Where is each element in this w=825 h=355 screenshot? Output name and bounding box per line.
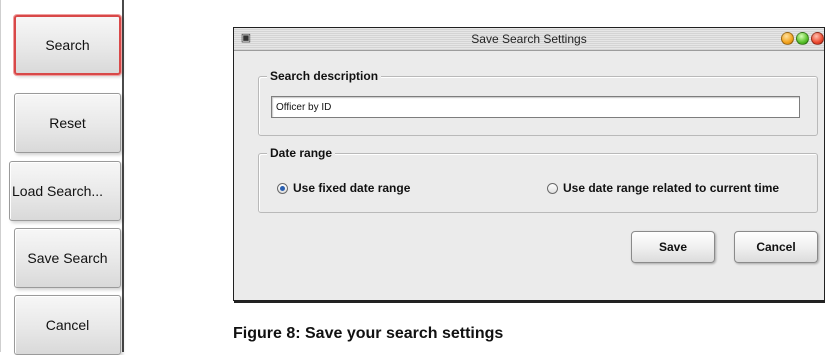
search-description-group: Search description xyxy=(258,69,818,136)
window-controls xyxy=(781,32,824,45)
search-description-legend: Search description xyxy=(267,69,382,83)
date-range-group: Date range Use fixed date range Use date… xyxy=(258,146,818,213)
radio-checked-icon xyxy=(277,182,288,194)
search-description-input[interactable] xyxy=(271,96,800,118)
figure-caption: Figure 8: Save your search settings xyxy=(233,325,504,342)
fixed-date-range-label: Use fixed date range xyxy=(293,181,411,195)
save-button[interactable]: Save xyxy=(631,231,715,263)
save-search-dialog: ▣ Save Search Settings Search descriptio… xyxy=(233,27,825,301)
minimize-icon[interactable] xyxy=(781,32,794,45)
maximize-icon[interactable] xyxy=(796,32,809,45)
search-button[interactable]: Search xyxy=(14,15,121,75)
load-search-button[interactable]: Load Search... xyxy=(9,161,121,221)
dialog-titlebar[interactable]: ▣ Save Search Settings xyxy=(234,28,824,51)
save-search-button[interactable]: Save Search xyxy=(14,228,121,288)
search-button-panel: Search Reset Load Search... Save Search … xyxy=(0,0,124,355)
dialog-title: Save Search Settings xyxy=(471,32,587,46)
close-icon[interactable] xyxy=(811,32,824,45)
relative-date-range-label: Use date range related to current time xyxy=(563,181,780,195)
cancel-button[interactable]: Cancel xyxy=(14,295,121,355)
reset-button[interactable]: Reset xyxy=(14,93,121,153)
date-range-legend: Date range xyxy=(267,146,336,160)
dialog-cancel-button[interactable]: Cancel xyxy=(734,231,818,263)
fixed-date-range-radio[interactable]: Use fixed date range xyxy=(277,181,410,195)
relative-date-range-radio[interactable]: Use date range related to current time xyxy=(547,181,779,195)
radio-unchecked-icon xyxy=(547,182,558,194)
